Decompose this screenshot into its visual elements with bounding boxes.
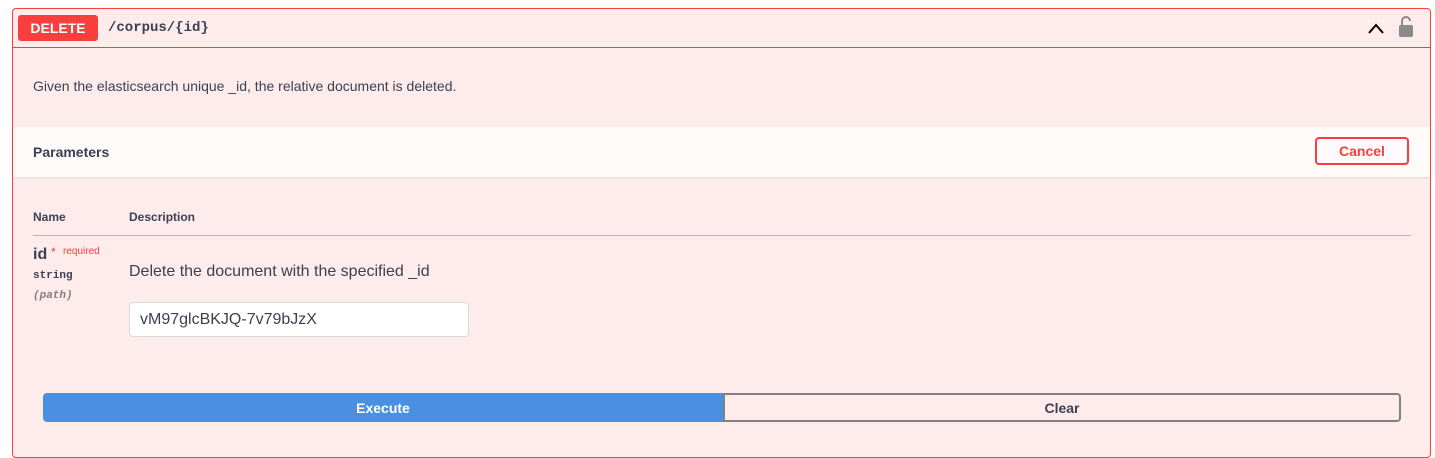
- id-parameter-input[interactable]: [129, 302, 469, 337]
- column-header-name: Name: [33, 210, 66, 224]
- parameters-title: Parameters: [33, 144, 110, 160]
- execute-button[interactable]: Execute: [43, 393, 723, 422]
- table-divider: [33, 235, 1411, 236]
- parameter-location: (path): [33, 290, 73, 302]
- column-header-description: Description: [129, 210, 196, 224]
- required-star: *: [51, 245, 56, 259]
- parameter-description: Delete the document with the specified _…: [129, 263, 430, 280]
- endpoint-path: /corpus/{id}: [108, 20, 209, 36]
- parameter-type: string: [33, 270, 73, 282]
- parameter-name: id: [33, 246, 48, 263]
- operation-description: Given the elasticsearch unique _id, the …: [33, 78, 457, 94]
- required-label: required: [63, 246, 100, 257]
- clear-button[interactable]: Clear: [723, 393, 1401, 422]
- operation-block-delete: DELETE /corpus/{id} Given the elasticsea…: [12, 8, 1431, 458]
- parameters-header: Parameters Cancel: [13, 127, 1430, 177]
- unlocked-padlock-icon[interactable]: [1397, 16, 1415, 38]
- cancel-button[interactable]: Cancel: [1315, 137, 1409, 165]
- http-method-badge: DELETE: [18, 15, 98, 41]
- chevron-up-icon[interactable]: [1366, 19, 1386, 39]
- operation-summary[interactable]: DELETE /corpus/{id}: [13, 9, 1430, 48]
